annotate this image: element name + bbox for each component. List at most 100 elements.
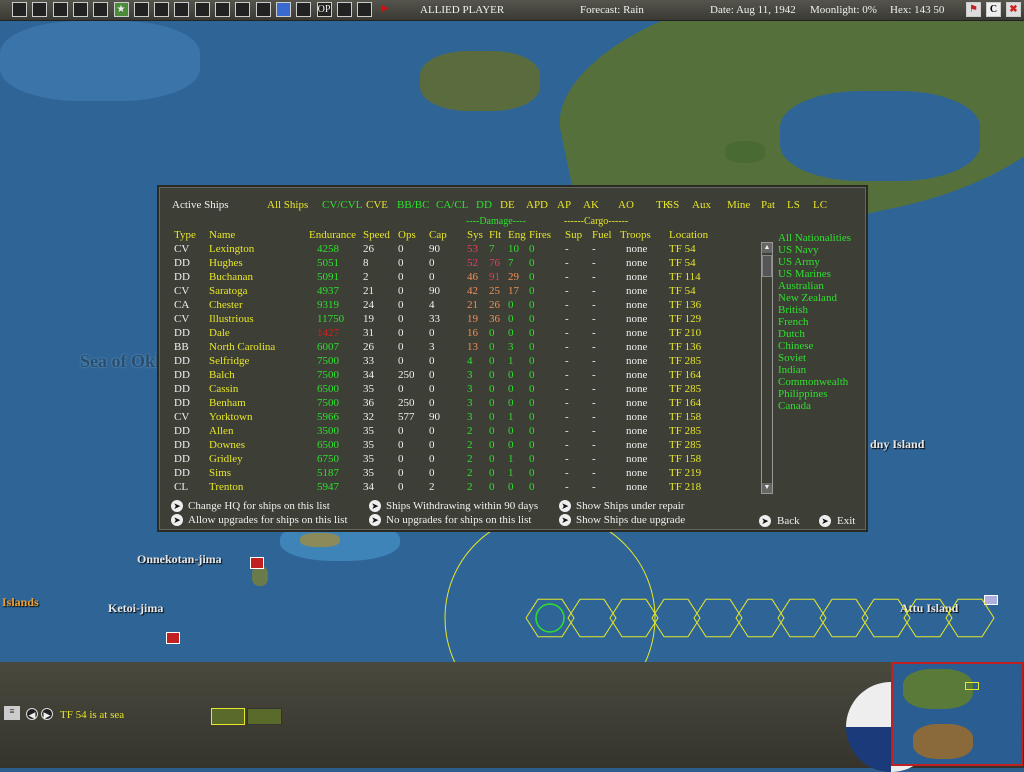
filter-tab[interactable]: BB/BC: [397, 199, 429, 211]
flag-icon[interactable]: [174, 2, 190, 17]
filter-tab[interactable]: CA/CL: [436, 199, 468, 211]
minimap-viewport[interactable]: [965, 682, 979, 690]
action-link[interactable]: Show Ships under repair: [576, 500, 684, 512]
column-header[interactable]: Sup: [565, 229, 582, 241]
ship-icon[interactable]: [194, 2, 210, 17]
prev-arrow-icon[interactable]: ◀: [26, 708, 38, 720]
filter-tab[interactable]: All Ships: [267, 199, 308, 211]
table-row[interactable]: DD Hughes 5051 8 0 0 52 76 7 0 - - none TF 54: [159, 257, 749, 271]
nationality-filter[interactable]: Dutch: [778, 328, 805, 340]
c-button[interactable]: C: [986, 2, 1001, 17]
column-header[interactable]: Fires: [529, 229, 551, 241]
base-icon[interactable]: [235, 2, 251, 17]
nationality-filter[interactable]: US Marines: [778, 268, 831, 280]
ship-silhouette-icon[interactable]: [247, 708, 282, 725]
op-icon[interactable]: OP: [316, 2, 332, 17]
column-header[interactable]: Flt: [489, 229, 501, 241]
action-arrow-icon[interactable]: ➤: [171, 514, 183, 526]
column-header[interactable]: Name: [209, 229, 235, 241]
air-list-icon[interactable]: [72, 2, 88, 17]
nationality-filter[interactable]: All Nationalities: [778, 232, 851, 244]
action-arrow-icon[interactable]: ➤: [369, 514, 381, 526]
tf-list-icon[interactable]: ≡: [4, 706, 20, 720]
scroll-up-icon[interactable]: ▲: [762, 243, 772, 253]
table-row[interactable]: DD Sims 5187 35 0 0 2 0 1 0 - - none TF 219: [159, 467, 749, 481]
nationality-scrollbar[interactable]: ▲ ▼: [761, 242, 773, 494]
column-header[interactable]: Cap: [429, 229, 447, 241]
globe-icon[interactable]: [275, 2, 291, 17]
table-row[interactable]: DD Benham 7500 36 250 0 3 0 0 0 - - none TF 164: [159, 397, 749, 411]
minimap[interactable]: [891, 662, 1023, 766]
table-row[interactable]: DD Gridley 6750 35 0 0 2 0 1 0 - - none TF 158: [159, 453, 749, 467]
filter-tab[interactable]: Aux: [692, 199, 711, 211]
nationality-filter[interactable]: US Army: [778, 256, 820, 268]
nationality-filter[interactable]: British: [778, 304, 808, 316]
ship-silhouette-icon[interactable]: [211, 708, 245, 725]
nationality-filter[interactable]: Indian: [778, 364, 806, 376]
column-header[interactable]: Troops: [620, 229, 651, 241]
weather-icon[interactable]: [357, 2, 373, 17]
filter-tab[interactable]: Mine: [727, 199, 750, 211]
filter-tab[interactable]: AK: [583, 199, 599, 211]
table-row[interactable]: DD Cassin 6500 35 0 0 3 0 0 0 - - none TF 285: [159, 383, 749, 397]
action-link[interactable]: Ships Withdrawing within 90 days: [386, 500, 538, 512]
action-link[interactable]: Change HQ for ships on this list: [188, 500, 330, 512]
column-header[interactable]: Endurance: [309, 229, 356, 241]
column-header[interactable]: Eng: [508, 229, 526, 241]
table-row[interactable]: DD Dale 1427 31 0 0 16 0 0 0 - - none TF 210: [159, 327, 749, 341]
flag-button-icon[interactable]: ⚑: [966, 2, 981, 17]
nationality-filter[interactable]: Canada: [778, 400, 811, 412]
filter-tab[interactable]: AP: [557, 199, 571, 211]
sub-icon[interactable]: [215, 2, 230, 17]
filter-tab[interactable]: DE: [500, 199, 515, 211]
action-arrow-icon[interactable]: ➤: [171, 500, 183, 512]
exit-button[interactable]: Exit: [837, 515, 855, 527]
scroll-thumb[interactable]: [762, 255, 772, 277]
nationality-filter[interactable]: Soviet: [778, 352, 806, 364]
table-row[interactable]: DD Buchanan 5091 2 0 0 46 91 29 0 - - none TF 114: [159, 271, 749, 285]
filter-tab[interactable]: CVE: [366, 199, 388, 211]
nationality-filter[interactable]: New Zealand: [778, 292, 837, 304]
ship-list-icon[interactable]: [52, 2, 68, 17]
table-row[interactable]: CV Lexington 4258 26 0 90 53 7 10 0 - - none TF 54: [159, 243, 749, 257]
nationality-filter[interactable]: US Navy: [778, 244, 819, 256]
table-row[interactable]: CV Saratoga 4937 21 0 90 42 25 17 0 - - none TF 54: [159, 285, 749, 299]
filter-tab[interactable]: AO: [618, 199, 634, 211]
air-allied-icon[interactable]: [154, 2, 170, 17]
action-arrow-icon[interactable]: ➤: [559, 514, 571, 526]
filter-tab[interactable]: DD: [476, 199, 492, 211]
nationality-filter[interactable]: French: [778, 316, 809, 328]
column-header[interactable]: Fuel: [592, 229, 612, 241]
column-header[interactable]: Ops: [398, 229, 416, 241]
transport-icon[interactable]: [336, 2, 352, 17]
air-japan-icon[interactable]: [133, 2, 149, 17]
action-arrow-icon[interactable]: ➤: [559, 500, 571, 512]
table-row[interactable]: CA Chester 9319 24 0 4 21 26 0 0 - - none TF 136: [159, 299, 749, 313]
nationality-filter[interactable]: Australian: [778, 280, 824, 292]
action-link[interactable]: Allow upgrades for ships on this list: [188, 514, 348, 526]
save-icon[interactable]: [12, 2, 27, 17]
table-row[interactable]: DD Balch 7500 34 250 0 3 0 0 0 - - none TF 164: [159, 369, 749, 383]
info-icon[interactable]: [93, 2, 109, 17]
convoy-icon[interactable]: [255, 2, 271, 17]
action-link[interactable]: Show Ships due upgrade: [576, 514, 685, 526]
filter-tab[interactable]: CV/CVL: [322, 199, 362, 211]
report-icon[interactable]: [32, 2, 48, 17]
filter-tab[interactable]: SS: [667, 199, 679, 211]
target-icon[interactable]: [296, 2, 312, 17]
back-arrow-icon[interactable]: ➤: [759, 515, 771, 527]
nationality-filter[interactable]: Philippines: [778, 388, 828, 400]
scroll-down-icon[interactable]: ▼: [762, 483, 772, 493]
table-row[interactable]: CV Illustrious 11750 19 0 33 19 36 0 0 - - none TF 12…: [159, 313, 749, 327]
exit-arrow-icon[interactable]: ➤: [819, 515, 831, 527]
column-header[interactable]: Speed: [363, 229, 390, 241]
table-row[interactable]: BB North Carolina 6007 26 0 3 13 0 3 0 - - none TF 13…: [159, 341, 749, 355]
column-header[interactable]: Type: [174, 229, 196, 241]
filter-tab[interactable]: LS: [787, 199, 800, 211]
column-header[interactable]: Location: [669, 229, 708, 241]
nationality-filter[interactable]: Chinese: [778, 340, 813, 352]
nationality-filter[interactable]: Commonwealth: [778, 376, 848, 388]
action-arrow-icon[interactable]: ➤: [369, 500, 381, 512]
close-icon[interactable]: ✖: [1006, 2, 1021, 17]
action-link[interactable]: No upgrades for ships on this list: [386, 514, 531, 526]
